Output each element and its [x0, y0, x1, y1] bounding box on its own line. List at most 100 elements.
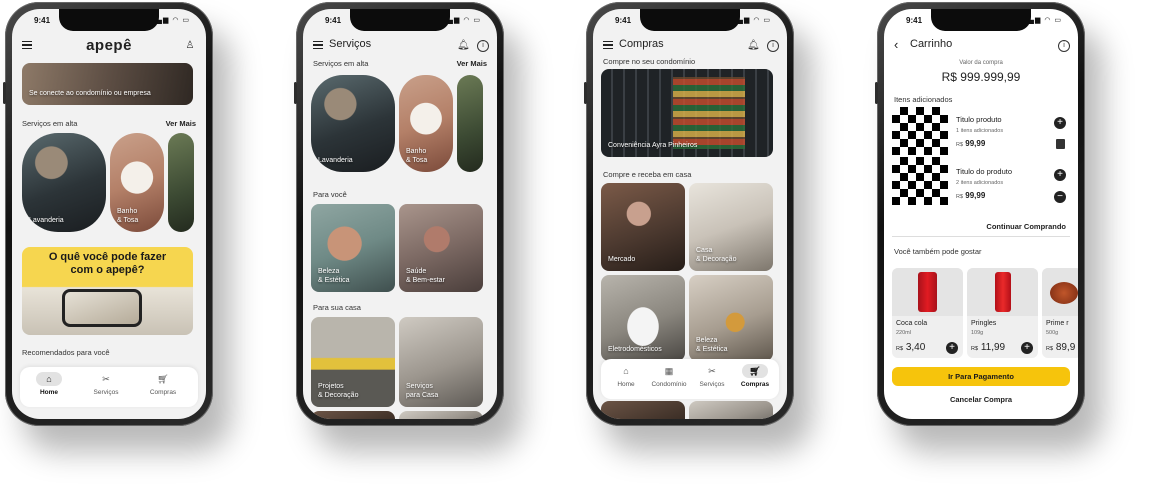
section-title-recommended: Recomendados para você — [22, 348, 110, 357]
connect-banner-label: Se conecte ao condomínio ou empresa — [29, 90, 151, 97]
phone-home: 9:41 ▂▄▆ ◠ ▭ apepê ♙ Se conecte ao condo… — [3, 2, 213, 426]
cart-icon: 🛒︎ — [157, 374, 169, 384]
category-card-label: Eletrodomésticos — [608, 346, 662, 353]
price-value: 11,99 — [980, 342, 1006, 353]
cart-item-title: Titulo produto — [956, 115, 1002, 124]
section-title-trending: Serviços em alta — [313, 59, 369, 68]
prime-rib-image — [1042, 268, 1078, 316]
category-card-label: Beleza & Estética — [318, 268, 350, 284]
cart-item: Titulo do produto 2 itens adicionados R$… — [884, 157, 1078, 209]
nav-shopping-label: Compras — [149, 389, 177, 396]
remove-quantity-button[interactable]: − — [1054, 191, 1066, 203]
nav-home[interactable]: ⌂ Home — [605, 364, 647, 388]
service-card-banho-tosa[interactable]: Banho & Tosa — [399, 75, 453, 172]
category-card-projects[interactable]: Projetos & Decoração — [311, 317, 395, 407]
menu-icon[interactable] — [313, 41, 323, 49]
service-card-banho-tosa[interactable]: Banho & Tosa — [110, 133, 164, 232]
category-card-appliances[interactable]: Eletrodomésticos — [601, 275, 685, 361]
product-price: R$ 3,40 — [896, 342, 925, 353]
promo-banner[interactable]: O quê você pode fazer com o apepê? — [22, 247, 193, 335]
continue-shopping-link[interactable]: Continuar Comprando — [986, 222, 1066, 231]
currency-label: R$ — [1046, 346, 1054, 352]
category-card-home-decor[interactable]: Casa & Decoração — [689, 183, 773, 271]
bottom-nav: ⌂ Home ✂ Serviços 🛒︎ Compras — [20, 367, 198, 407]
see-more-link[interactable]: Ver Mais — [457, 59, 487, 68]
cart-screen: 9:41 ▂▄▆ ◠ ▭ ‹ Carrinho i Valor da compr… — [884, 9, 1078, 419]
category-card-label: Beleza & Estética — [696, 337, 728, 353]
info-icon[interactable]: i — [477, 40, 489, 52]
back-icon[interactable]: ‹ — [894, 37, 898, 52]
nav-shopping-label: Compras — [740, 381, 770, 388]
product-card-prime[interactable]: Prime r 500g R$ 89,9 — [1042, 268, 1078, 358]
info-icon[interactable]: i — [1058, 40, 1070, 52]
category-card-health[interactable]: Saúde & Bem-estar — [399, 204, 483, 292]
price-value: 99,99 — [965, 191, 986, 200]
service-card-lavanderia[interactable]: Lavanderia — [22, 133, 106, 232]
product-size: 500g — [1046, 330, 1059, 336]
category-card-label: Serviços para Casa — [406, 383, 439, 399]
category-card-partial[interactable] — [311, 411, 395, 419]
currency-label: R$ — [956, 194, 964, 200]
cart-icon: 🛒︎ — [742, 364, 768, 378]
cancel-purchase-link[interactable]: Cancelar Compra — [884, 395, 1078, 404]
product-image-placeholder — [892, 157, 948, 205]
home-icon: ⌂ — [36, 372, 62, 386]
menu-icon[interactable] — [603, 41, 613, 49]
trash-icon[interactable] — [1056, 139, 1065, 149]
product-card-pringles[interactable]: Pringles 109g R$ 11,99 + — [967, 268, 1038, 358]
nav-services[interactable]: ✂ Serviços — [85, 372, 127, 396]
home-screen: 9:41 ▂▄▆ ◠ ▭ apepê ♙ Se conecte ao condo… — [12, 9, 206, 419]
product-card-coca[interactable]: Coca cola 220ml R$ 3,40 + — [892, 268, 963, 358]
bell-icon[interactable]: 🔔︎ — [747, 40, 760, 52]
connect-banner[interactable]: Se conecte ao condomínio ou empresa — [22, 63, 193, 105]
also-like-label: Você também pode gostar — [894, 247, 982, 256]
add-quantity-button[interactable]: + — [1054, 169, 1066, 181]
services-screen: 9:41 ▂▄▆ ◠ ▭ Serviços 🔔︎ i Serviços em a… — [303, 9, 497, 419]
user-icon[interactable]: ♙ — [184, 40, 196, 52]
coca-cola-can-image — [892, 268, 963, 316]
category-card-beauty[interactable]: Beleza & Estética — [689, 275, 773, 361]
category-card-partial[interactable] — [689, 401, 773, 419]
page-title: Compras — [619, 38, 664, 50]
condo-store-card[interactable]: Conveniência Ayra Pinheiros — [601, 69, 773, 157]
shopping-header: Compras 🔔︎ i — [593, 33, 787, 59]
category-card-beauty[interactable]: Beleza & Estética — [311, 204, 395, 292]
service-card-partial[interactable] — [457, 75, 483, 172]
nav-condo[interactable]: ▦ Condomínio — [648, 364, 690, 388]
phone-services: 9:41 ▂▄▆ ◠ ▭ Serviços 🔔︎ i Serviços em a… — [294, 2, 504, 426]
pringles-can-image — [967, 268, 1038, 316]
go-to-payment-button[interactable]: Ir Para Pagamento — [892, 367, 1070, 386]
nav-services-label: Serviços — [93, 389, 119, 396]
store-shelves-image — [673, 77, 745, 149]
category-card-label: Projetos & Decoração — [318, 383, 359, 399]
currency-label: R$ — [971, 346, 979, 352]
add-to-cart-button[interactable]: + — [946, 342, 958, 354]
nav-condo-label: Condomínio — [651, 381, 687, 388]
nav-shopping[interactable]: 🛒︎ Compras — [142, 372, 184, 396]
service-card-lavanderia[interactable]: Lavanderia — [311, 75, 395, 172]
section-title-for-you: Para você — [313, 190, 347, 199]
add-quantity-button[interactable]: + — [1054, 117, 1066, 129]
total-value: R$ 999.999,99 — [941, 70, 1021, 84]
nav-services[interactable]: ✂ Serviços — [691, 364, 733, 388]
currency-label: R$ — [896, 346, 904, 352]
info-icon[interactable]: i — [767, 40, 779, 52]
see-more-link[interactable]: Ver Mais — [166, 119, 196, 128]
category-card-partial[interactable] — [601, 401, 685, 419]
bell-icon[interactable]: 🔔︎ — [457, 40, 470, 52]
section-title-home: Para sua casa — [313, 303, 361, 312]
nav-home[interactable]: ⌂ Home — [28, 372, 70, 396]
nav-shopping[interactable]: 🛒︎ Compras — [734, 364, 776, 388]
phone-volume-button — [584, 82, 587, 104]
notch — [931, 9, 1031, 31]
section-title-home-delivery: Compre e receba em casa — [603, 170, 692, 179]
category-card-home-services[interactable]: Serviços para Casa — [399, 317, 483, 407]
category-card-market[interactable]: Mercado — [601, 183, 685, 271]
category-card-partial[interactable] — [399, 411, 483, 419]
product-image-placeholder — [892, 107, 948, 155]
add-to-cart-button[interactable]: + — [1021, 342, 1033, 354]
cart-item-price: R$ 99,99 — [956, 139, 985, 148]
service-card-partial[interactable] — [168, 133, 194, 232]
notch — [350, 9, 450, 31]
cart-item-title: Titulo do produto — [956, 167, 1013, 176]
